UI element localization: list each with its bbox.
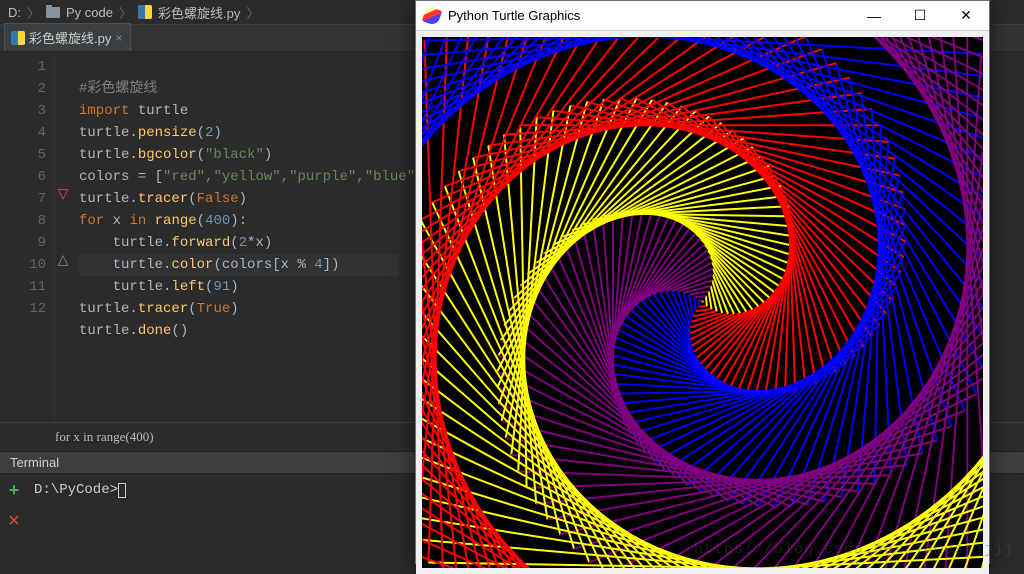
drive-label: D: — [8, 5, 21, 20]
tab-file[interactable]: 彩色螺旋线.py × — [4, 23, 131, 51]
folder-label: Py code — [66, 5, 113, 20]
turtle-window[interactable]: Python Turtle Graphics — ☐ ✕ — [415, 0, 990, 564]
window-title: Python Turtle Graphics — [448, 8, 851, 23]
titlebar[interactable]: Python Turtle Graphics — ☐ ✕ — [416, 1, 989, 31]
close-icon[interactable]: ✕ — [7, 511, 20, 531]
minimize-button[interactable]: — — [851, 1, 897, 31]
terminal-prompt: D:\PyCode> — [34, 482, 118, 498]
canvas-frame — [416, 31, 989, 574]
watermark: https://blog.csdn.net/jamesjjjjj — [694, 541, 1014, 558]
file-label: 彩色螺旋线.py — [158, 3, 240, 22]
terminal-toolbar: + ✕ — [0, 474, 28, 531]
tab-label: 彩色螺旋线.py — [29, 28, 111, 47]
folder-icon — [46, 7, 60, 18]
turtle-app-icon — [422, 5, 443, 26]
cursor — [118, 483, 126, 498]
plus-icon[interactable]: + — [9, 480, 20, 501]
close-button[interactable]: ✕ — [943, 1, 989, 31]
line-gutter: 123 456 789 101112 — [0, 52, 55, 422]
python-file-icon — [11, 31, 25, 45]
maximize-button[interactable]: ☐ — [897, 1, 943, 31]
chevron-right-icon: 〉 — [119, 3, 132, 22]
turtle-canvas — [422, 37, 983, 568]
close-icon[interactable]: × — [115, 31, 122, 45]
fold-column: ▽ △ — [55, 52, 71, 422]
python-file-icon — [138, 5, 152, 19]
chevron-right-icon: 〉 — [246, 3, 259, 22]
chevron-right-icon: 〉 — [27, 3, 40, 22]
